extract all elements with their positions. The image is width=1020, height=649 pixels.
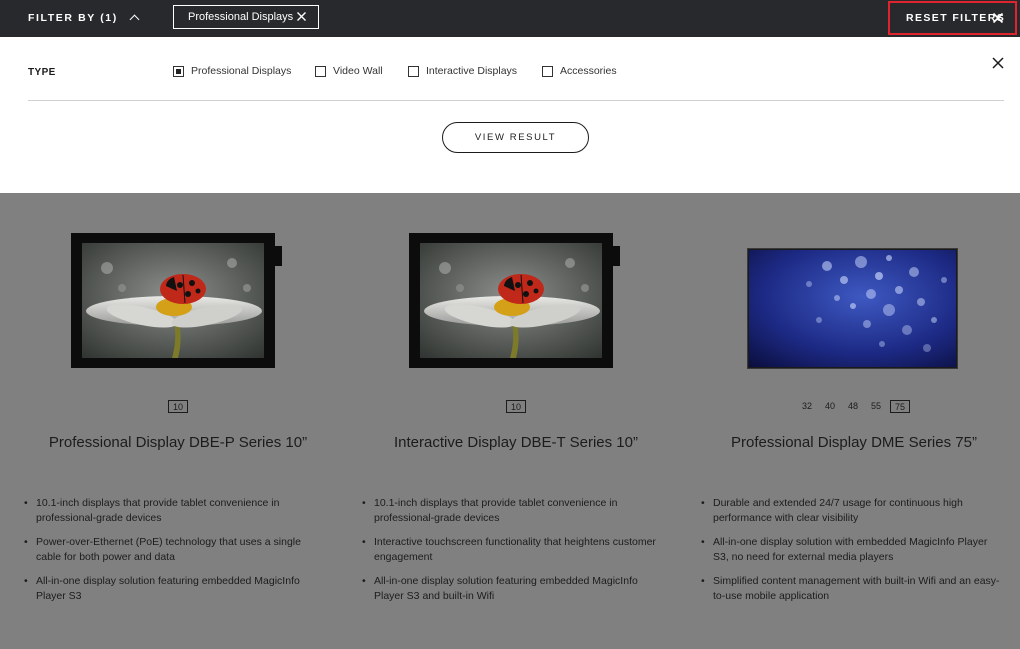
filter-by-toggle[interactable]: FILTER BY (1) bbox=[28, 0, 140, 35]
active-filter-chip-label: Professional Displays bbox=[188, 11, 294, 23]
feature-list: Durable and extended 24/7 usage for cont… bbox=[701, 496, 1001, 613]
size-selector: 10 bbox=[8, 400, 348, 413]
feature-item: All-in-one display solution with embedde… bbox=[701, 535, 1001, 565]
panel-divider bbox=[28, 100, 1004, 101]
feature-item: 10.1-inch displays that provide tablet c… bbox=[362, 496, 662, 526]
checkbox-accessories[interactable] bbox=[542, 65, 553, 77]
option-professional-displays[interactable]: Professional Displays bbox=[173, 65, 291, 77]
filter-bar: FILTER BY (1) Professional Displays RESE… bbox=[0, 0, 1020, 37]
ladybug-flower-image bbox=[82, 243, 264, 358]
option-label: Interactive Displays bbox=[426, 65, 518, 77]
reset-filters-button[interactable]: RESET FILTERS bbox=[888, 1, 1017, 35]
bokeh-image bbox=[749, 250, 956, 367]
chevron-up-icon bbox=[129, 14, 140, 25]
device-side-port bbox=[275, 246, 282, 266]
size-option-10[interactable]: 10 bbox=[505, 400, 526, 413]
size-selector: 32 40 48 55 75 bbox=[684, 400, 1020, 413]
feature-list: 10.1-inch displays that provide tablet c… bbox=[24, 496, 324, 613]
type-label: TYPE bbox=[28, 67, 56, 78]
feature-item: 10.1-inch displays that provide tablet c… bbox=[24, 496, 324, 526]
option-video-wall[interactable]: Video Wall bbox=[315, 65, 383, 77]
device-side-port bbox=[613, 246, 620, 266]
product-name[interactable]: Interactive Display DBE-T Series 10” bbox=[346, 434, 686, 451]
active-filter-chip[interactable]: Professional Displays bbox=[173, 5, 319, 29]
checkbox-professional-displays[interactable] bbox=[173, 65, 184, 77]
size-selector: 10 bbox=[346, 400, 686, 413]
size-option-32[interactable]: 32 bbox=[798, 400, 816, 413]
option-accessories[interactable]: Accessories bbox=[542, 65, 617, 77]
screen bbox=[82, 243, 264, 358]
filter-by-label: FILTER BY (1) bbox=[28, 11, 118, 24]
close-panel-icon[interactable] bbox=[992, 57, 1004, 69]
product-name[interactable]: Professional Display DBE-P Series 10” bbox=[8, 434, 348, 451]
option-interactive-displays[interactable]: Interactive Displays bbox=[408, 65, 517, 77]
feature-item: All-in-one display solution featuring em… bbox=[24, 574, 324, 604]
close-icon bbox=[992, 12, 1004, 24]
option-label: Video Wall bbox=[333, 65, 383, 77]
product-card: 32 40 48 55 75 Professional Display DME … bbox=[684, 193, 1020, 649]
screen bbox=[420, 243, 602, 358]
product-card: 10 Professional Display DBE-P Series 10”… bbox=[8, 193, 348, 649]
product-name[interactable]: Professional Display DME Series 75” bbox=[684, 434, 1020, 451]
product-card: 10 Interactive Display DBE-T Series 10” … bbox=[346, 193, 686, 649]
view-result-button[interactable]: VIEW RESULT bbox=[442, 122, 589, 153]
checkbox-interactive-displays[interactable] bbox=[408, 65, 419, 77]
reset-filters-label: RESET FILTERS bbox=[906, 12, 1006, 24]
feature-item: Interactive touchscreen functionality th… bbox=[362, 535, 662, 565]
ladybug-flower-image bbox=[420, 243, 602, 358]
size-option-75[interactable]: 75 bbox=[890, 400, 911, 413]
filter-panel: TYPE Professional Displays Video Wall In… bbox=[0, 37, 1020, 193]
product-image-dme[interactable] bbox=[747, 248, 958, 369]
size-option-55[interactable]: 55 bbox=[867, 400, 885, 413]
feature-list: 10.1-inch displays that provide tablet c… bbox=[362, 496, 662, 613]
feature-item: Simplified content management with built… bbox=[701, 574, 1001, 604]
checkbox-video-wall[interactable] bbox=[315, 65, 326, 77]
feature-item: Durable and extended 24/7 usage for cont… bbox=[701, 496, 1001, 526]
size-option-48[interactable]: 48 bbox=[844, 400, 862, 413]
feature-item: All-in-one display solution featuring em… bbox=[362, 574, 662, 604]
option-label: Accessories bbox=[560, 65, 617, 77]
screen bbox=[749, 250, 956, 367]
feature-item: Power-over-Ethernet (PoE) technology tha… bbox=[24, 535, 324, 565]
product-image-dbe-p[interactable] bbox=[71, 233, 282, 368]
option-label: Professional Displays bbox=[191, 65, 292, 77]
remove-filter-icon[interactable] bbox=[296, 11, 307, 22]
size-option-40[interactable]: 40 bbox=[821, 400, 839, 413]
product-image-dbe-t[interactable] bbox=[409, 233, 620, 368]
size-option-10[interactable]: 10 bbox=[167, 400, 188, 413]
